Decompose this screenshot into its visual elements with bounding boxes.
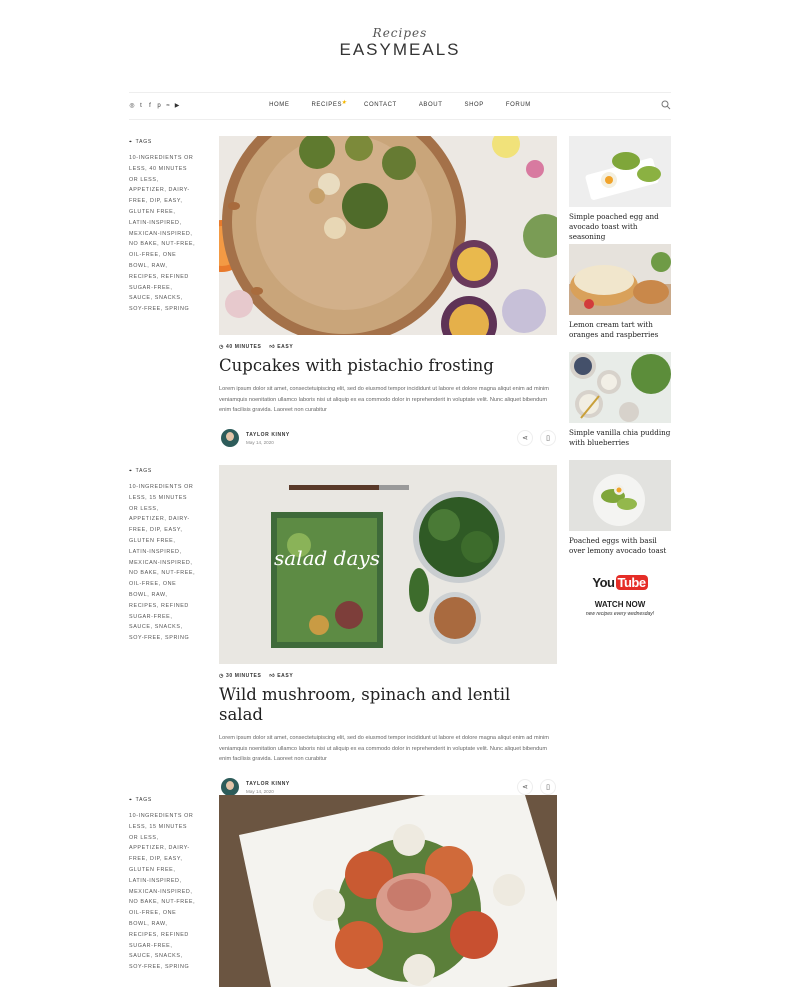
search-icon[interactable] [661,100,671,110]
youtube-logo: You Tube [592,574,648,590]
post-excerpt: Lorem ipsum dolor sit amet, consectetuip… [219,735,549,762]
sidebar-image[interactable] [569,136,671,207]
bookmark-button[interactable]: ▯ [540,429,556,446]
tags-block-2: ⌖ TAGS 10-INGREDIENTS OR LESS, 15 MINUTES… [129,468,197,644]
post-image-caprese[interactable] [219,795,557,987]
post-date: May 14, 2020 [246,788,274,794]
author-row: TAYLOR KINNY May 14, 2020 ⋖ ▯ [219,777,557,797]
tags-list[interactable]: 10-INGREDIENTS OR LESS, 15 MINUTES OR LE… [129,482,197,644]
avatar[interactable] [221,777,239,796]
youtube-subtitle: new recipes every wednesday! [585,611,655,617]
difficulty: 👍︎ EASY [269,344,294,350]
cook-time: ◷ 30 MINUTES [219,673,262,679]
nav-recipes[interactable]: RECIPES ★ [311,100,347,108]
difficulty: 👍︎ EASY [269,673,294,679]
tag-icon: ⌖ [129,468,133,474]
nav-home[interactable]: HOME [269,102,289,108]
nav-menu: HOME RECIPES ★ CONTACT ABOUT SHOP FORUM [129,100,671,108]
author-row: TAYLOR KINNY May 14, 2020 ⋖ ▯ [219,428,557,448]
avatar[interactable] [221,428,239,447]
bookmark-icon: ▯ [546,434,550,442]
share-button[interactable]: ⋖ [517,778,533,795]
post-image-salad[interactable]: salad days [219,465,557,664]
thumbs-up-icon: 👍︎ [269,344,276,350]
sidebar-image[interactable] [569,244,671,315]
clock-icon: ◷ [219,344,224,350]
sidebar-image[interactable] [569,352,671,423]
book-title: salad days [274,546,380,570]
new-star-icon: ★ [341,100,348,106]
post-image-cupcakes[interactable] [219,136,557,335]
author-name[interactable]: TAYLOR KINNY [246,432,290,438]
post-date: May 14, 2020 [246,439,274,445]
bookmark-button[interactable]: ▯ [540,778,556,795]
logo-script: Recipes [372,26,428,40]
tags-title: ⌖ TAGS [129,797,153,803]
share-icon: ⋖ [522,783,528,791]
post-title[interactable]: Wild mushroom, spinach and lentil salad [219,685,557,725]
cook-time: ◷ 40 MINUTES [219,344,262,350]
sidebar-post-4[interactable]: Poached eggs with basil over lemony avoc… [569,460,671,556]
nav-about[interactable]: ABOUT [419,102,443,108]
sidebar-caption[interactable]: Simple vanilla chia pudding with blueber… [569,428,671,448]
bookmark-icon: ▯ [546,783,550,791]
sidebar-post-3[interactable]: Simple vanilla chia pudding with blueber… [569,352,671,448]
share-button[interactable]: ⋖ [517,429,533,446]
tags-title: ⌖ TAGS [129,139,153,145]
tags-list[interactable]: 10-INGREDIENTS OR LESS, 15 MINUTES OR LE… [129,811,197,973]
post-excerpt: Lorem ipsum dolor sit amet, consectetuip… [219,386,549,413]
site-logo[interactable]: Recipes EASYMEALS [0,26,800,60]
post-title[interactable]: Cupcakes with pistachio frosting [219,356,557,376]
post-meta: ◷ 40 MINUTES 👍︎ EASY [219,344,557,350]
sidebar-post-1[interactable]: Simple poached egg and avocado toast wit… [569,136,671,242]
nav-forum[interactable]: FORUM [506,102,531,108]
post-card-1: ◷ 40 MINUTES 👍︎ EASY Cupcakes with pistach… [219,136,557,448]
sidebar-caption[interactable]: Lemon cream tart with oranges and raspbe… [569,320,671,340]
sidebar-caption[interactable]: Poached eggs with basil over lemony avoc… [569,536,671,556]
clock-icon: ◷ [219,673,224,679]
post-meta: ◷ 30 MINUTES 👍︎ EASY [219,673,557,679]
sidebar-caption[interactable]: Simple poached egg and avocado toast wit… [569,212,671,242]
share-icon: ⋖ [522,434,528,442]
post-card-3 [219,795,557,987]
nav-contact[interactable]: CONTACT [364,102,397,108]
main-navbar: ◎ t f p ≈ ▶ HOME RECIPES ★ CONTACT ABOUT … [129,92,671,120]
thumbs-up-icon: 👍︎ [269,673,276,679]
sidebar-post-2[interactable]: Lemon cream tart with oranges and raspbe… [569,244,671,340]
tags-block-1: ⌖ TAGS 10-INGREDIENTS OR LESS, 40 MINUTES… [129,139,197,315]
nav-recipes-label: RECIPES [311,102,343,108]
author-name[interactable]: TAYLOR KINNY [246,781,290,787]
youtube-banner[interactable]: You Tube WATCH NOW new recipes every wed… [584,573,656,617]
tag-icon: ⌖ [129,797,133,803]
watch-now-label[interactable]: WATCH NOW [584,600,656,609]
post-card-2: salad days ◷ 30 MINUTES 👍︎ EASY Wild mushr… [219,465,557,797]
sidebar-image[interactable] [569,460,671,531]
nav-shop[interactable]: SHOP [464,102,483,108]
tags-block-3: ⌖ TAGS 10-INGREDIENTS OR LESS, 15 MINUTES… [129,797,197,973]
tags-list[interactable]: 10-INGREDIENTS OR LESS, 40 MINUTES OR LE… [129,153,197,315]
tag-icon: ⌖ [129,139,133,145]
logo-main: EASYMEALS [339,40,461,59]
tags-title: ⌖ TAGS [129,468,153,474]
